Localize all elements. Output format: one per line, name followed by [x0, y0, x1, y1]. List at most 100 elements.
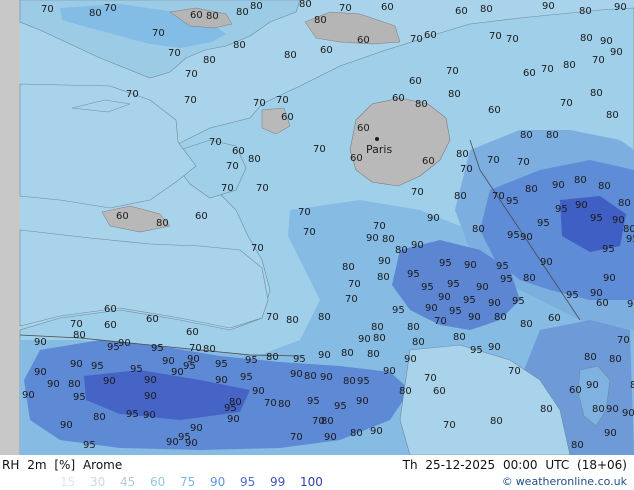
- isoline-label: 80: [606, 110, 619, 121]
- isoline-label: 95: [470, 345, 483, 356]
- isoline-label: 80: [89, 8, 102, 19]
- param-level: 2m: [27, 458, 47, 472]
- forecast-day: Th: [402, 458, 418, 472]
- isoline-label: 90: [143, 410, 156, 421]
- isoline-label: 95: [73, 392, 86, 403]
- isoline-label: 90: [600, 36, 613, 47]
- isoline-label: 70: [410, 34, 423, 45]
- isoline-label: 80: [453, 332, 466, 343]
- isoline-label: 95: [496, 261, 509, 272]
- isoline-label: 70: [70, 319, 83, 330]
- isoline-label: 60: [357, 123, 370, 134]
- forecast-run: (18+06): [577, 458, 627, 472]
- isoline-label: 80: [343, 376, 356, 387]
- isoline-label: 60: [146, 314, 159, 325]
- isoline-label: 60: [488, 105, 501, 116]
- isoline-label: 80: [520, 319, 533, 330]
- isoline-label: 90: [520, 232, 533, 243]
- isoline-label: 90: [575, 200, 588, 211]
- isoline-label: 70: [560, 98, 573, 109]
- isoline-label: 80: [203, 344, 216, 355]
- isoline-label: 80: [373, 333, 386, 344]
- isoline-label: 95: [500, 274, 513, 285]
- forecast-datetime: Th 25-12-2025 00:00 UTC (18+06): [399, 458, 627, 472]
- isoline-label: 70: [345, 294, 358, 305]
- isoline-label: 90: [358, 334, 371, 345]
- isoline-label: 80: [73, 330, 86, 341]
- isoline-label: 60: [433, 386, 446, 397]
- legend-item: 45: [120, 475, 136, 489]
- isoline-label: 70: [104, 3, 117, 14]
- isoline-label: 80: [318, 312, 331, 323]
- forecast-date: 25-12-2025: [425, 458, 496, 472]
- isoline-label: 80: [412, 337, 425, 348]
- isoline-label: 90: [162, 356, 175, 367]
- isoline-label: 80: [448, 89, 461, 100]
- isoline-label: 60: [350, 153, 363, 164]
- isoline-label: 80: [630, 380, 634, 391]
- isoline-label: 90: [166, 437, 179, 448]
- isoline-label: 95: [307, 396, 320, 407]
- isoline-label: 80: [284, 50, 297, 61]
- isoline-label: 60: [357, 35, 370, 46]
- isoline-label: 70: [592, 55, 605, 66]
- isoline-label: 70: [617, 335, 630, 346]
- isoline-label: 70: [251, 243, 264, 254]
- isoline-label: 90: [290, 369, 303, 380]
- isoline-label: 70: [508, 366, 521, 377]
- isoline-label: 90: [612, 215, 625, 226]
- isoline-label: 80: [592, 404, 605, 415]
- isoline-label: 70: [185, 69, 198, 80]
- isoline-label: 80: [248, 154, 261, 165]
- forecast-zone: UTC: [545, 458, 570, 472]
- isoline-label: 70: [226, 161, 239, 172]
- isoline-label: 90: [34, 367, 47, 378]
- isoline-label: 80: [407, 322, 420, 333]
- isoline-label: 80: [341, 348, 354, 359]
- legend-item: 75: [180, 475, 196, 489]
- isoline-label: 90: [438, 292, 451, 303]
- isoline-label: 90: [118, 338, 131, 349]
- isoline-label: 80: [454, 191, 467, 202]
- isoline-label: 70: [373, 221, 386, 232]
- isoline-label: 95: [463, 295, 476, 306]
- isoline-label: 90: [144, 375, 157, 386]
- isoline-label: 60: [381, 2, 394, 13]
- legend-item: 99: [270, 475, 286, 489]
- map-canvas: Paris 70 80 7060 80 8080 80 708060 60 80 90 80 9070…: [0, 0, 634, 455]
- isoline-label: 90: [590, 288, 603, 299]
- isoline-label: 60: [186, 327, 199, 338]
- isoline-label: 95: [130, 364, 143, 375]
- isoline-label: 95: [215, 359, 228, 370]
- paris-marker: [375, 137, 379, 141]
- isoline-label: 60: [232, 146, 245, 157]
- isoline-label: 80: [523, 273, 536, 284]
- color-legend: 15 30 45 60 75 90 95 99 100: [60, 475, 328, 489]
- isoline-label: 80: [233, 40, 246, 51]
- isoline-label: 80: [304, 371, 317, 382]
- isoline-label: 90: [468, 312, 481, 323]
- isoline-label: 80: [584, 352, 597, 363]
- isoline-label: 90: [411, 240, 424, 251]
- isoline-label: 60: [548, 313, 561, 324]
- isoline-label: 95: [421, 282, 434, 293]
- isoline-label: 95: [602, 244, 615, 255]
- isoline-label: 60: [104, 304, 117, 315]
- isoline-label: 80: [525, 184, 538, 195]
- isoline-label: 90: [488, 342, 501, 353]
- isoline-label: 60: [569, 385, 582, 396]
- isoline-label: 90: [252, 386, 265, 397]
- isoline-label: 80: [395, 245, 408, 256]
- isoline-label: 90: [540, 257, 553, 268]
- isoline-label: 80: [472, 224, 485, 235]
- credit-link[interactable]: © weatheronline.co.uk: [502, 475, 627, 488]
- isoline-label: 90: [610, 47, 623, 58]
- isoline-label: 70: [209, 137, 222, 148]
- isoline-label: 90: [586, 380, 599, 391]
- isoline-label: 90: [604, 428, 617, 439]
- isoline-label: 80: [350, 428, 363, 439]
- isoline-label: 95: [151, 343, 164, 354]
- isoline-label: 70: [41, 4, 54, 15]
- isoline-label: 95: [507, 230, 520, 241]
- isoline-label: 90: [476, 282, 489, 293]
